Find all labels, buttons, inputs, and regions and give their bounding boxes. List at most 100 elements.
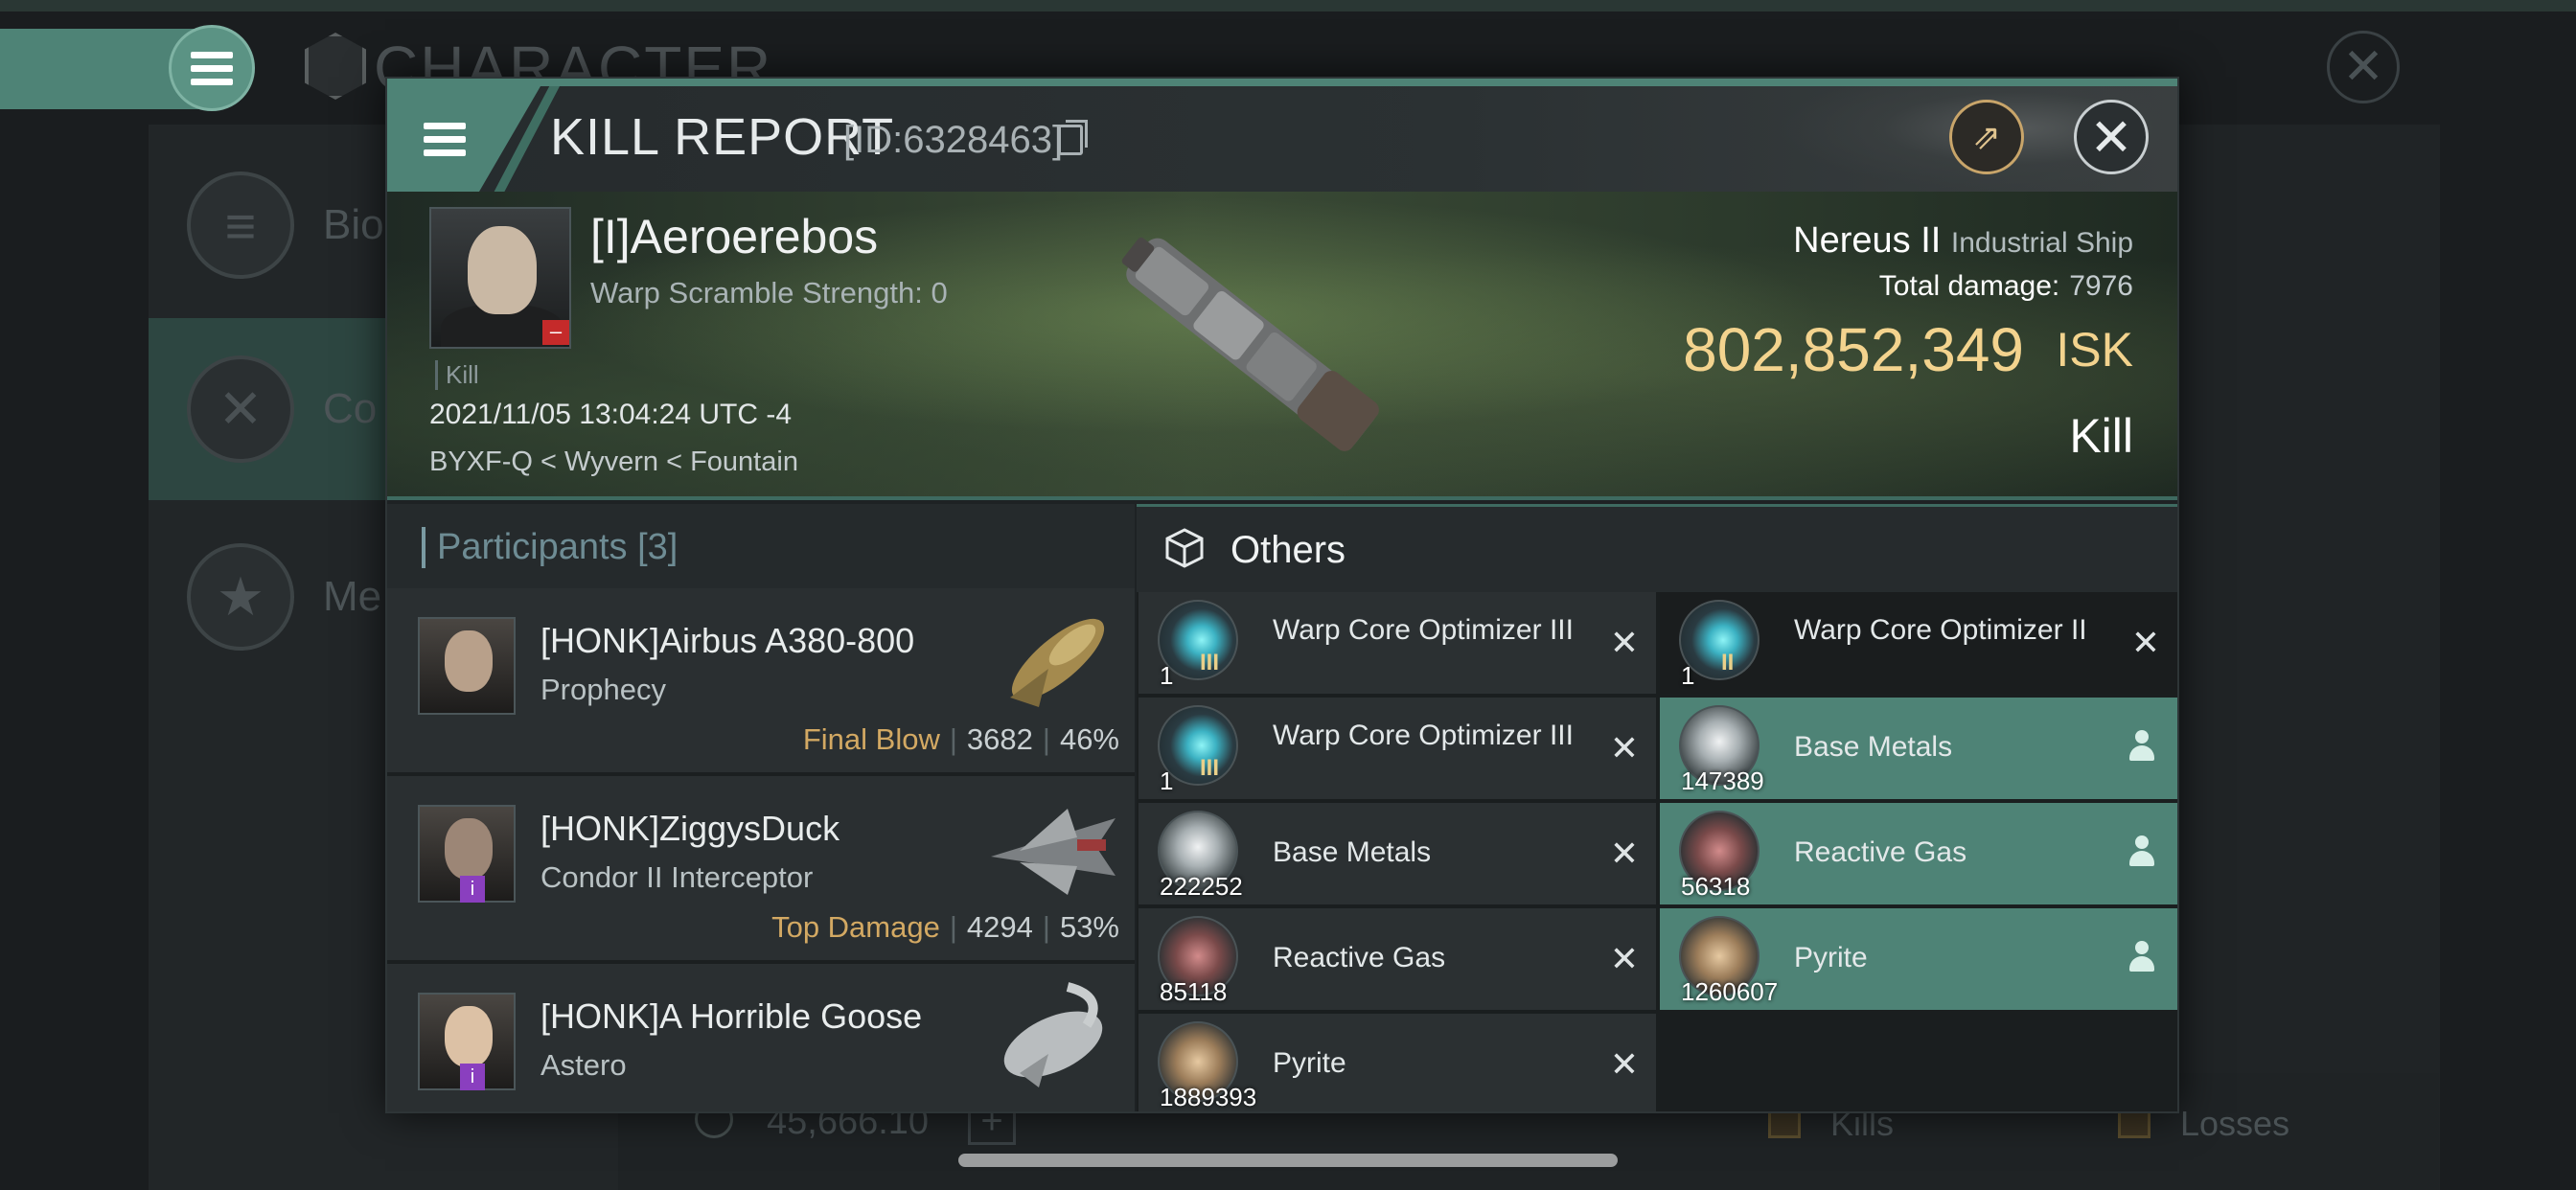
participant-stats: Final Blow | 3682 | 46% — [803, 722, 1119, 757]
star-medal-icon: ★ — [187, 543, 294, 651]
participant-percent: 53% — [1059, 910, 1119, 944]
home-indicator[interactable] — [958, 1154, 1618, 1167]
item-row[interactable]: 1260607 Pyrite — [1660, 908, 2177, 1010]
hamburger-icon — [191, 51, 233, 85]
item-name: Base Metals — [1273, 836, 1432, 868]
item-quantity: 1 — [1160, 661, 1174, 690]
participant-name: [HONK]Airbus A380-800 — [540, 621, 915, 660]
item-name: Base Metals — [1794, 731, 1953, 763]
total-damage: Total damage: 7976 — [1879, 270, 2133, 303]
sidebar-item-label: Co — [323, 385, 378, 432]
victim-ship-image — [1121, 237, 1379, 451]
ship-class-text: Industrial Ship — [1950, 227, 2133, 259]
participant-ship-image — [1003, 982, 1103, 1087]
stat-separator: | — [1042, 722, 1050, 756]
participant-percent: 46% — [1059, 722, 1119, 756]
item-row[interactable]: III 1 Warp Core Optimizer III ✕ — [1138, 698, 1656, 799]
external-link-icon: ⇗ — [1971, 117, 2002, 156]
participant-ship: Condor II Interceptor — [540, 860, 814, 894]
destroyed-icon: ✕ — [1609, 728, 1639, 767]
isk-unit: ISK — [2056, 323, 2133, 377]
participant-ship: Astero — [540, 1048, 627, 1082]
participant-damage: 3682 — [966, 722, 1033, 756]
destroyed-icon: ✕ — [1609, 1044, 1639, 1084]
item-name: Pyrite — [1273, 1047, 1346, 1079]
participant-row[interactable]: i [HONK]ZiggysDuck Condor II Interceptor… — [387, 776, 1135, 964]
participants-title-text: Participants — [437, 527, 628, 567]
isk-value: 802,852,349 — [1683, 315, 2024, 384]
character-icon — [305, 33, 366, 100]
item-tier: III — [1200, 650, 1220, 675]
item-row[interactable]: 222252 Base Metals ✕ — [1138, 803, 1656, 904]
participant-name: [HONK]ZiggysDuck — [540, 809, 840, 848]
negative-standing-icon: – — [542, 320, 569, 345]
participant-row[interactable]: i [HONK]A Horrible Goose Astero — [387, 964, 1135, 1111]
item-name: Reactive Gas — [1794, 836, 1967, 868]
item-quantity: 85118 — [1160, 977, 1228, 1006]
victim-name[interactable]: [I]Aeroerebos — [590, 209, 878, 264]
hamburger-icon — [424, 122, 466, 156]
warp-scramble-strength: Warp Scramble Strength: 0 — [590, 276, 948, 309]
item-tier: II — [1721, 650, 1735, 675]
avatar[interactable] — [418, 617, 516, 715]
items-section-title: Others — [1230, 529, 1346, 571]
item-quantity: 1889393 — [1160, 1083, 1257, 1111]
copy-icon[interactable] — [1058, 120, 1088, 155]
item-tier: III — [1200, 755, 1220, 781]
item-row[interactable]: 147389 Base Metals — [1660, 698, 2177, 799]
looted-by-person-icon — [2128, 730, 2156, 763]
close-icon: ✕ — [2089, 108, 2133, 167]
share-button[interactable]: ⇗ — [1949, 100, 2024, 174]
page-close-button[interactable]: ✕ — [2327, 31, 2400, 103]
crossed-swords-icon: ✕ — [187, 355, 294, 463]
destroyed-icon: ✕ — [1609, 623, 1639, 662]
item-row[interactable]: 56318 Reactive Gas — [1660, 803, 2177, 904]
ship-name-text: Nereus II — [1793, 220, 1942, 261]
window-top-accent — [387, 79, 2177, 86]
kill-location[interactable]: BYXF-Q < Wyvern < Fountain — [429, 446, 798, 478]
participants-count: [3] — [637, 527, 678, 567]
total-damage-label: Total damage: — [1878, 270, 2060, 302]
victim-ship-name[interactable]: Nereus II Industrial Ship — [1793, 220, 2133, 262]
participants-title: Participants [3] — [422, 527, 678, 568]
info-badge-icon: i — [460, 876, 485, 903]
stat-separator: | — [949, 910, 957, 944]
info-badge-icon: i — [460, 1064, 485, 1090]
top-bar — [0, 0, 2576, 11]
participant-tag: Top Damage — [771, 910, 940, 944]
stat-separator: | — [1042, 910, 1050, 944]
participant-tag: Final Blow — [802, 722, 940, 756]
kill-status: Kill — [2069, 409, 2133, 463]
item-quantity: 1 — [1681, 661, 1695, 690]
kill-report-id: [ID:6328463] — [843, 119, 1064, 161]
total-damage-value: 7976 — [2069, 270, 2133, 302]
item-row[interactable]: II 1 Warp Core Optimizer II ✕ — [1660, 592, 2177, 694]
losses-label[interactable]: Losses — [2180, 1104, 2289, 1144]
item-name: Warp Core Optimizer III — [1273, 720, 1574, 751]
item-quantity: 1 — [1160, 767, 1174, 795]
item-row[interactable]: 85118 Reactive Gas ✕ — [1138, 908, 1656, 1010]
item-name: Warp Core Optimizer III — [1273, 614, 1574, 646]
item-row[interactable]: 1889393 Pyrite ✕ — [1138, 1014, 1656, 1111]
item-quantity: 56318 — [1681, 872, 1751, 901]
item-quantity: 147389 — [1681, 767, 1764, 795]
sidebar-item-label: Me — [323, 573, 382, 620]
close-button[interactable]: ✕ — [2074, 100, 2149, 174]
item-row[interactable]: III 1 Warp Core Optimizer III ✕ — [1138, 592, 1656, 694]
stat-separator: | — [949, 722, 957, 756]
destroyed-icon: ✕ — [1609, 834, 1639, 873]
destroyed-icon: ✕ — [2130, 623, 2160, 662]
participant-stats: Top Damage | 4294 | 53% — [771, 910, 1119, 945]
looted-by-person-icon — [2128, 835, 2156, 868]
participant-row[interactable]: [HONK]Airbus A380-800 Prophecy Final Blo… — [387, 588, 1135, 776]
sidebar-item-label: Bio — [323, 201, 384, 248]
item-name: Reactive Gas — [1273, 942, 1446, 973]
cargo-box-icon — [1165, 528, 1204, 568]
item-quantity: 1260607 — [1681, 977, 1779, 1006]
looted-by-person-icon — [2128, 941, 2156, 973]
main-menu-button[interactable] — [169, 25, 255, 111]
participant-ship-image — [991, 809, 1116, 895]
item-quantity: 222252 — [1160, 872, 1243, 901]
item-name: Warp Core Optimizer II — [1794, 614, 2087, 646]
item-name: Pyrite — [1794, 942, 1868, 973]
